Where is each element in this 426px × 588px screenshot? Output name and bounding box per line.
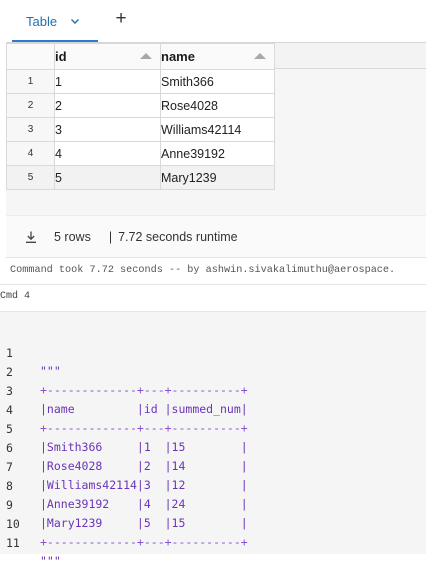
download-icon[interactable]	[24, 230, 38, 244]
cell-name[interactable]: Williams42114	[160, 117, 275, 142]
cell-id[interactable]: 4	[54, 141, 161, 166]
cell-id[interactable]: 3	[54, 117, 161, 142]
code-line: 1 """	[0, 326, 426, 378]
tab-table[interactable]: Table	[12, 0, 98, 42]
code-line: 3 |name |id |summed_num|	[0, 364, 426, 416]
column-header-label: id	[55, 49, 67, 64]
table-row: 1 1 Smith366	[6, 69, 275, 94]
code-line: 4 +-------------+---+----------+	[0, 383, 426, 435]
column-header-name[interactable]: name	[160, 43, 275, 70]
row-number: 4	[6, 141, 55, 166]
cell-name[interactable]: Rose4028	[160, 93, 275, 118]
cmd-label: Cmd 4	[0, 291, 31, 302]
row-number: 5	[6, 165, 55, 190]
cell-id[interactable]: 1	[54, 69, 161, 94]
cell-id[interactable]: 5	[54, 165, 161, 190]
code-line: 6 |Rose4028 |2 |14 |	[0, 421, 426, 473]
result-panel: id name 1 1 Smith366 2 2 Rose4028 3 3 Wi…	[6, 43, 426, 215]
result-table: id name 1 1 Smith366 2 2 Rose4028 3 3 Wi…	[6, 43, 275, 190]
table-row: 3 3 Williams42114	[6, 117, 275, 142]
cell-name[interactable]: Anne39192	[160, 141, 275, 166]
code-line: 5 |Smith366 |1 |15 |	[0, 402, 426, 454]
row-number: 1	[6, 69, 55, 94]
code-line: 10 +-------------+---+----------+	[0, 497, 426, 549]
row-number-header	[6, 43, 55, 70]
sort-arrow-icon[interactable]	[140, 53, 152, 59]
code-cell[interactable]: 1 """ 2 +-------------+---+----------+ 3…	[0, 311, 426, 568]
cell-divider	[0, 284, 426, 285]
cell-id[interactable]: 2	[54, 93, 161, 118]
column-header-label: name	[161, 49, 195, 64]
code-line: 2 +-------------+---+----------+	[0, 345, 426, 397]
cell-name[interactable]: Smith366	[160, 69, 275, 94]
table-header-row: id name	[6, 43, 275, 70]
column-header-id[interactable]: id	[54, 43, 161, 70]
command-took-text: Command took 7.72 seconds -- by ashwin.s…	[10, 265, 396, 276]
chevron-down-icon[interactable]	[69, 15, 81, 27]
code-text[interactable]: +-------------+---+----------+	[40, 533, 248, 551]
row-number: 2	[6, 93, 55, 118]
code-line: 9 |Mary1239 |5 |15 |	[0, 478, 426, 530]
add-tab-button[interactable]: +	[110, 9, 132, 31]
sort-arrow-icon[interactable]	[254, 53, 266, 59]
table-row: 2 2 Rose4028	[6, 93, 275, 118]
code-line: 7 |Williams42114|3 |12 |	[0, 440, 426, 492]
table-row: 5 5 Mary1239	[6, 165, 275, 190]
table-row: 4 4 Anne39192	[6, 141, 275, 166]
header-fill	[275, 43, 426, 69]
cell-name[interactable]: Mary1239	[160, 165, 275, 190]
code-line: 11 """	[0, 516, 426, 568]
line-number: 11	[6, 536, 20, 550]
result-status-bar: 5 rows | 7.72 seconds runtime	[6, 215, 426, 258]
row-number: 3	[6, 117, 55, 142]
tab-table-label: Table	[26, 13, 58, 29]
status-separator: |	[108, 229, 113, 244]
code-text[interactable]: """	[40, 552, 61, 570]
code-line: 8 |Anne39192 |4 |24 |	[0, 459, 426, 511]
runtime-text: 7.72 seconds runtime	[118, 229, 238, 244]
row-count: 5 rows	[54, 229, 91, 244]
result-tab-bar: Table +	[6, 0, 426, 42]
